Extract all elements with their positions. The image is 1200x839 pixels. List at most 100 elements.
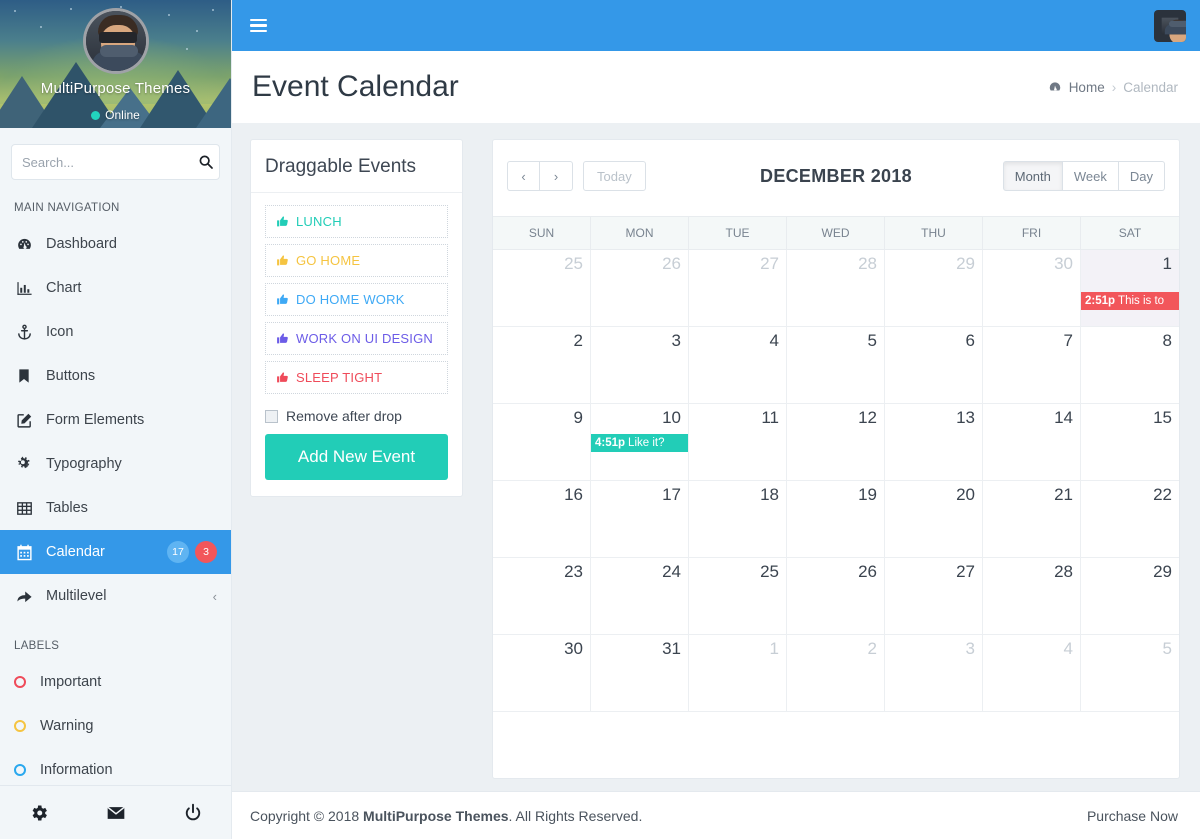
sidebar-item-icon[interactable]: Icon xyxy=(0,310,231,354)
bookmark-icon xyxy=(14,368,34,384)
calendar-day[interactable]: 23 xyxy=(493,558,591,635)
calendar-day[interactable]: 27 xyxy=(689,250,787,327)
calendar-day[interactable]: 11 xyxy=(689,404,787,481)
calendar-day[interactable]: 9 xyxy=(493,404,591,481)
calendar-day[interactable]: 27 xyxy=(885,558,983,635)
calendar-day[interactable]: 4 xyxy=(689,327,787,404)
calendar-day[interactable]: 26 xyxy=(787,558,885,635)
calendar-day[interactable]: 22 xyxy=(1081,481,1179,558)
day-number: 27 xyxy=(956,562,975,581)
day-number: 2 xyxy=(867,639,877,658)
search-input[interactable] xyxy=(22,154,198,170)
draggable-event-lunch[interactable]: LUNCH xyxy=(265,205,448,238)
calendar-day[interactable]: 29 xyxy=(885,250,983,327)
calendar-day[interactable]: 28 xyxy=(787,250,885,327)
day-header-sun: SUN xyxy=(493,217,591,250)
calendar-day[interactable]: 17 xyxy=(591,481,689,558)
calendar-day[interactable]: 12 xyxy=(787,404,885,481)
day-number: 2 xyxy=(573,331,583,350)
day-number: 12 xyxy=(858,408,877,427)
avatar[interactable] xyxy=(82,8,149,74)
calendar-day-headers: SUN MON TUE WED THU FRI SAT xyxy=(493,217,1179,250)
day-header-tue: TUE xyxy=(689,217,787,250)
hamburger-icon[interactable] xyxy=(250,16,267,36)
calendar-day[interactable]: 30 xyxy=(493,635,591,712)
event-time: 2:51p xyxy=(1085,295,1116,307)
day-number: 8 xyxy=(1162,331,1172,350)
sidebar-item-calendar[interactable]: Calendar 17 3 xyxy=(0,530,231,574)
sidebar-label-warning[interactable]: Warning xyxy=(0,704,231,748)
envelope-icon[interactable] xyxy=(106,803,126,823)
view-week-button[interactable]: Week xyxy=(1062,161,1119,191)
calendar-day[interactable]: 2 xyxy=(787,635,885,712)
calendar-day[interactable]: 28 xyxy=(983,558,1081,635)
draggable-event-label: SLEEP TIGHT xyxy=(296,370,383,385)
calendar-day[interactable]: 21 xyxy=(983,481,1081,558)
calendar-day[interactable]: 7 xyxy=(983,327,1081,404)
calendar-day[interactable]: 25 xyxy=(689,558,787,635)
calendar-day[interactable]: 14 xyxy=(983,404,1081,481)
day-number: 24 xyxy=(662,562,681,581)
draggable-event-do-homework[interactable]: DO HOME WORK xyxy=(265,283,448,316)
calendar-toolbar: ‹ › Today DECEMBER 2018 Month Week Day xyxy=(493,154,1179,198)
calendar-day[interactable]: 3 xyxy=(885,635,983,712)
sidebar-item-chart[interactable]: Chart xyxy=(0,266,231,310)
add-new-event-button[interactable]: Add New Event xyxy=(265,434,448,480)
day-header-fri: FRI xyxy=(983,217,1081,250)
calendar-day-today[interactable]: 1 2:51p This is to xyxy=(1081,250,1179,327)
copyright-prefix: Copyright © 2018 xyxy=(250,807,364,824)
power-icon[interactable] xyxy=(183,803,203,823)
calendar-day[interactable]: 5 xyxy=(787,327,885,404)
calendar-day[interactable]: 3 xyxy=(591,327,689,404)
sidebar-label-important[interactable]: Important xyxy=(0,660,231,704)
calendar-day[interactable]: 18 xyxy=(689,481,787,558)
draggable-event-work-on-ui-design[interactable]: WORK ON UI DESIGN xyxy=(265,322,448,355)
sidebar-item-typography[interactable]: Typography xyxy=(0,442,231,486)
calendar-day[interactable]: 29 xyxy=(1081,558,1179,635)
sidebar-item-buttons[interactable]: Buttons xyxy=(0,354,231,398)
bar-chart-icon xyxy=(14,280,34,297)
calendar-day[interactable]: 6 xyxy=(885,327,983,404)
calendar-day[interactable]: 20 xyxy=(885,481,983,558)
calendar-day[interactable]: 24 xyxy=(591,558,689,635)
calendar-day[interactable]: 5 xyxy=(1081,635,1179,712)
anchor-icon xyxy=(14,324,34,341)
draggable-event-go-home[interactable]: GO HOME xyxy=(265,244,448,277)
draggable-event-sleep-tight[interactable]: SLEEP TIGHT xyxy=(265,361,448,394)
calendar-day[interactable]: 25 xyxy=(493,250,591,327)
today-button[interactable]: Today xyxy=(583,161,646,191)
prev-month-button[interactable]: ‹ xyxy=(507,161,540,191)
sidebar-item-form-elements[interactable]: Form Elements xyxy=(0,398,231,442)
calendar-event[interactable]: 2:51p This is to xyxy=(1081,292,1179,310)
sidebar-item-tables[interactable]: Tables xyxy=(0,486,231,530)
calendar-day[interactable]: 13 xyxy=(885,404,983,481)
thumbs-up-icon xyxy=(277,255,288,266)
calendar-day[interactable]: 4 xyxy=(983,635,1081,712)
sidebar-item-multilevel[interactable]: Multilevel ‹ xyxy=(0,574,231,618)
calendar-day[interactable]: 16 xyxy=(493,481,591,558)
search-icon[interactable] xyxy=(198,154,214,170)
calendar-day[interactable]: 30 xyxy=(983,250,1081,327)
calendar-day[interactable]: 31 xyxy=(591,635,689,712)
next-month-button[interactable]: › xyxy=(540,161,573,191)
calendar-day[interactable]: 15 xyxy=(1081,404,1179,481)
gear-icon[interactable] xyxy=(29,803,49,823)
calendar-day[interactable]: 10 4:51p Like it? xyxy=(591,404,689,481)
sidebar-item-dashboard[interactable]: Dashboard xyxy=(0,222,231,266)
calendar-day[interactable]: 8 xyxy=(1081,327,1179,404)
day-number: 23 xyxy=(564,562,583,581)
calendar-day[interactable]: 2 xyxy=(493,327,591,404)
calendar-day[interactable]: 26 xyxy=(591,250,689,327)
breadcrumb-home[interactable]: Home xyxy=(1069,80,1105,95)
remove-after-drop-checkbox[interactable] xyxy=(265,409,278,423)
calendar-week: 2 3 4 5 6 7 8 xyxy=(493,327,1179,404)
calendar-day[interactable]: 19 xyxy=(787,481,885,558)
content-area: Draggable Events LUNCH GO HOME DO HOME W… xyxy=(232,123,1200,791)
view-month-button[interactable]: Month xyxy=(1002,161,1063,191)
view-day-button[interactable]: Day xyxy=(1118,161,1165,191)
badge-danger: 3 xyxy=(195,541,217,563)
topbar-avatar[interactable] xyxy=(1154,9,1186,42)
purchase-now-link[interactable]: Purchase Now xyxy=(1087,808,1178,824)
calendar-event[interactable]: 4:51p Like it? xyxy=(591,434,688,452)
calendar-day[interactable]: 1 xyxy=(689,635,787,712)
